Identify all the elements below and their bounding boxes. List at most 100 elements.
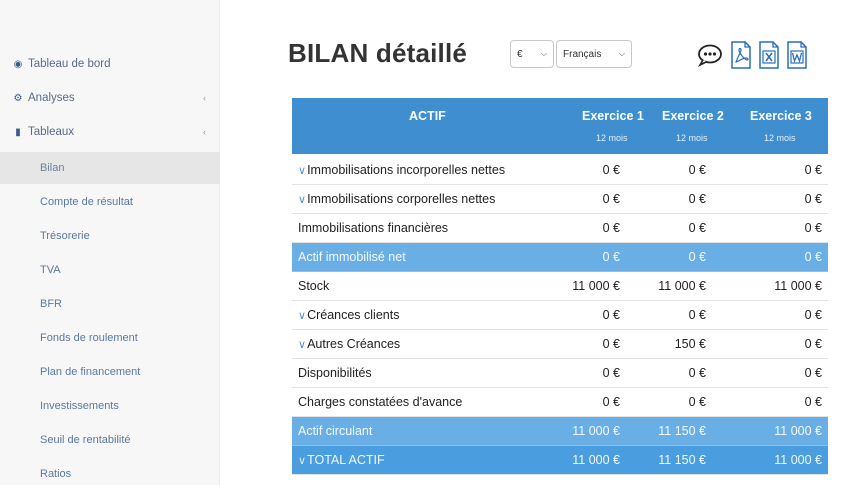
- sidebar-item-ratios[interactable]: Ratios: [0, 458, 220, 485]
- cell-value: 0 €: [602, 366, 620, 380]
- cell-value: 150 €: [674, 337, 706, 351]
- cell-value: 11 000 €: [572, 424, 620, 438]
- row-label-text: Immobilisations incorporelles nettes: [307, 163, 506, 177]
- column-header-actif: ACTIF: [409, 109, 446, 123]
- column-header-exercice-1: Exercice 1: [582, 109, 644, 123]
- bar-chart-icon: ▮: [15, 126, 21, 138]
- chevron-down-icon: ⌵: [618, 49, 625, 58]
- column-subheader-exercice-3: 12 mois: [764, 133, 796, 143]
- cell-value: 0 €: [804, 308, 822, 322]
- table-row: Stock 11 000 € 11 000 € 11 000 €: [292, 272, 828, 301]
- sidebar-item-bfr[interactable]: BFR: [0, 288, 220, 320]
- cell-value: 0 €: [688, 366, 706, 380]
- cell-value: 0 €: [688, 308, 706, 322]
- word-export-icon[interactable]: [786, 40, 808, 70]
- cell-value: 0 €: [602, 308, 620, 322]
- currency-select[interactable]: € ⌵: [510, 40, 554, 68]
- cell-value: 0 €: [804, 395, 822, 409]
- sidebar: ◉ Tableau de bord ⚙ Analyses ‹ ▮ Tableau…: [0, 0, 220, 485]
- cell-value: 0 €: [602, 192, 620, 206]
- sidebar-item-tableaux[interactable]: ▮ Tableaux ‹: [0, 116, 220, 148]
- cell-value: 11 150 €: [658, 424, 706, 438]
- cell-value: 0 €: [688, 395, 706, 409]
- sidebar-item-fonds-de-roulement[interactable]: Fonds de roulement: [0, 322, 220, 354]
- row-label: ∨Autres Créances: [298, 337, 400, 351]
- cell-value: 11 000 €: [774, 453, 822, 467]
- sidebar-item-analyses[interactable]: ⚙ Analyses ‹: [0, 82, 220, 114]
- cell-value: 0 €: [804, 250, 822, 264]
- table-row[interactable]: ∨Créances clients 0 € 0 € 0 €: [292, 301, 828, 330]
- sidebar-item-compte-de-resultat[interactable]: Compte de résultat: [0, 186, 220, 218]
- sidebar-item-label: Tableau de bord: [28, 58, 111, 70]
- column-subheader-exercice-2: 12 mois: [676, 133, 708, 143]
- column-subheader-exercice-1: 12 mois: [596, 133, 628, 143]
- cell-value: 0 €: [804, 337, 822, 351]
- language-select[interactable]: Français ⌵: [556, 40, 632, 68]
- cell-value: 0 €: [688, 250, 706, 264]
- table-row-total[interactable]: ∨TOTAL ACTIF 11 000 € 11 150 € 11 000 €: [292, 446, 828, 475]
- chevron-down-icon: ∨: [298, 194, 307, 206]
- cell-value: 0 €: [804, 366, 822, 380]
- row-label: ∨TOTAL ACTIF: [298, 453, 385, 467]
- column-header-exercice-2: Exercice 2: [662, 109, 724, 123]
- cell-value: 0 €: [688, 221, 706, 235]
- row-label: ∨Immobilisations incorporelles nettes: [298, 163, 505, 177]
- cell-value: 0 €: [688, 192, 706, 206]
- table-row[interactable]: ∨Immobilisations corporelles nettes 0 € …: [292, 185, 828, 214]
- row-label-text: Autres Créances: [307, 337, 401, 351]
- sidebar-item-tableau-de-bord[interactable]: ◉ Tableau de bord: [0, 48, 220, 80]
- table-row[interactable]: ∨Immobilisations incorporelles nettes 0 …: [292, 156, 828, 185]
- row-label: Actif circulant: [298, 424, 373, 438]
- sidebar-item-plan-de-financement[interactable]: Plan de financement: [0, 356, 220, 388]
- language-select-value: Français: [563, 48, 602, 60]
- cell-value: 0 €: [602, 337, 620, 351]
- main-content: BILAN détaillé € ⌵ Français ⌵ ACTIF Exer…: [220, 0, 852, 485]
- pdf-export-icon[interactable]: [730, 40, 752, 70]
- cell-value: 0 €: [602, 395, 620, 409]
- cell-value: 0 €: [602, 250, 620, 264]
- row-label: ∨Créances clients: [298, 308, 399, 322]
- row-label: Charges constatées d'avance: [298, 395, 463, 409]
- row-label-text: TOTAL ACTIF: [307, 453, 385, 467]
- chevron-down-icon: ∨: [298, 165, 307, 177]
- excel-export-icon[interactable]: [758, 40, 780, 70]
- sidebar-item-seuil-de-rentabilite[interactable]: Seuil de rentabilité: [0, 424, 220, 456]
- row-label-text: Immobilisations corporelles nettes: [307, 192, 496, 206]
- row-label: Immobilisations financières: [298, 221, 449, 235]
- sidebar-item-label: Tableaux: [28, 126, 75, 138]
- cell-value: 0 €: [688, 163, 706, 177]
- table-row-subtotal: Actif circulant 11 000 € 11 150 € 11 000…: [292, 417, 828, 446]
- dashboard-icon: ◉: [13, 58, 23, 70]
- cell-value: 11 000 €: [572, 279, 620, 293]
- chevron-left-icon: ‹: [203, 127, 206, 137]
- cell-value: 11 000 €: [658, 279, 706, 293]
- cell-value: 0 €: [602, 163, 620, 177]
- currency-select-value: €: [517, 48, 523, 60]
- sidebar-item-label: Analyses: [28, 92, 75, 104]
- table-row-subtotal: Actif immobilisé net 0 € 0 € 0 €: [292, 243, 828, 272]
- row-label: Actif immobilisé net: [298, 250, 406, 264]
- cell-value: 0 €: [804, 221, 822, 235]
- chevron-down-icon: ∨: [298, 339, 307, 351]
- sidebar-item-investissements[interactable]: Investissements: [0, 390, 220, 422]
- sidebar-item-tva[interactable]: TVA: [0, 254, 220, 286]
- row-label: ∨Immobilisations corporelles nettes: [298, 192, 495, 206]
- row-label: Stock: [298, 279, 330, 293]
- chevron-down-icon: ⌵: [540, 49, 547, 58]
- table-row: Charges constatées d'avance 0 € 0 € 0 €: [292, 388, 828, 417]
- table-header: ACTIF Exercice 1 12 mois Exercice 2 12 m…: [292, 98, 828, 154]
- sidebar-item-bilan[interactable]: Bilan: [0, 152, 220, 184]
- cogs-icon: ⚙: [13, 92, 23, 104]
- cell-value: 11 000 €: [774, 424, 822, 438]
- table-row[interactable]: ∨Autres Créances 0 € 150 € 0 €: [292, 330, 828, 359]
- page-title: BILAN détaillé: [288, 38, 468, 68]
- comment-icon[interactable]: [696, 40, 724, 70]
- cell-value: 11 000 €: [572, 453, 620, 467]
- chevron-left-icon: ‹: [203, 93, 206, 103]
- sidebar-item-tresorerie[interactable]: Trésorerie: [0, 220, 220, 252]
- cell-value: 0 €: [602, 221, 620, 235]
- chevron-down-icon: ∨: [298, 310, 307, 322]
- table-row: Disponibilités 0 € 0 € 0 €: [292, 359, 828, 388]
- row-label: Disponibilités: [298, 366, 372, 380]
- column-header-exercice-3: Exercice 3: [750, 109, 812, 123]
